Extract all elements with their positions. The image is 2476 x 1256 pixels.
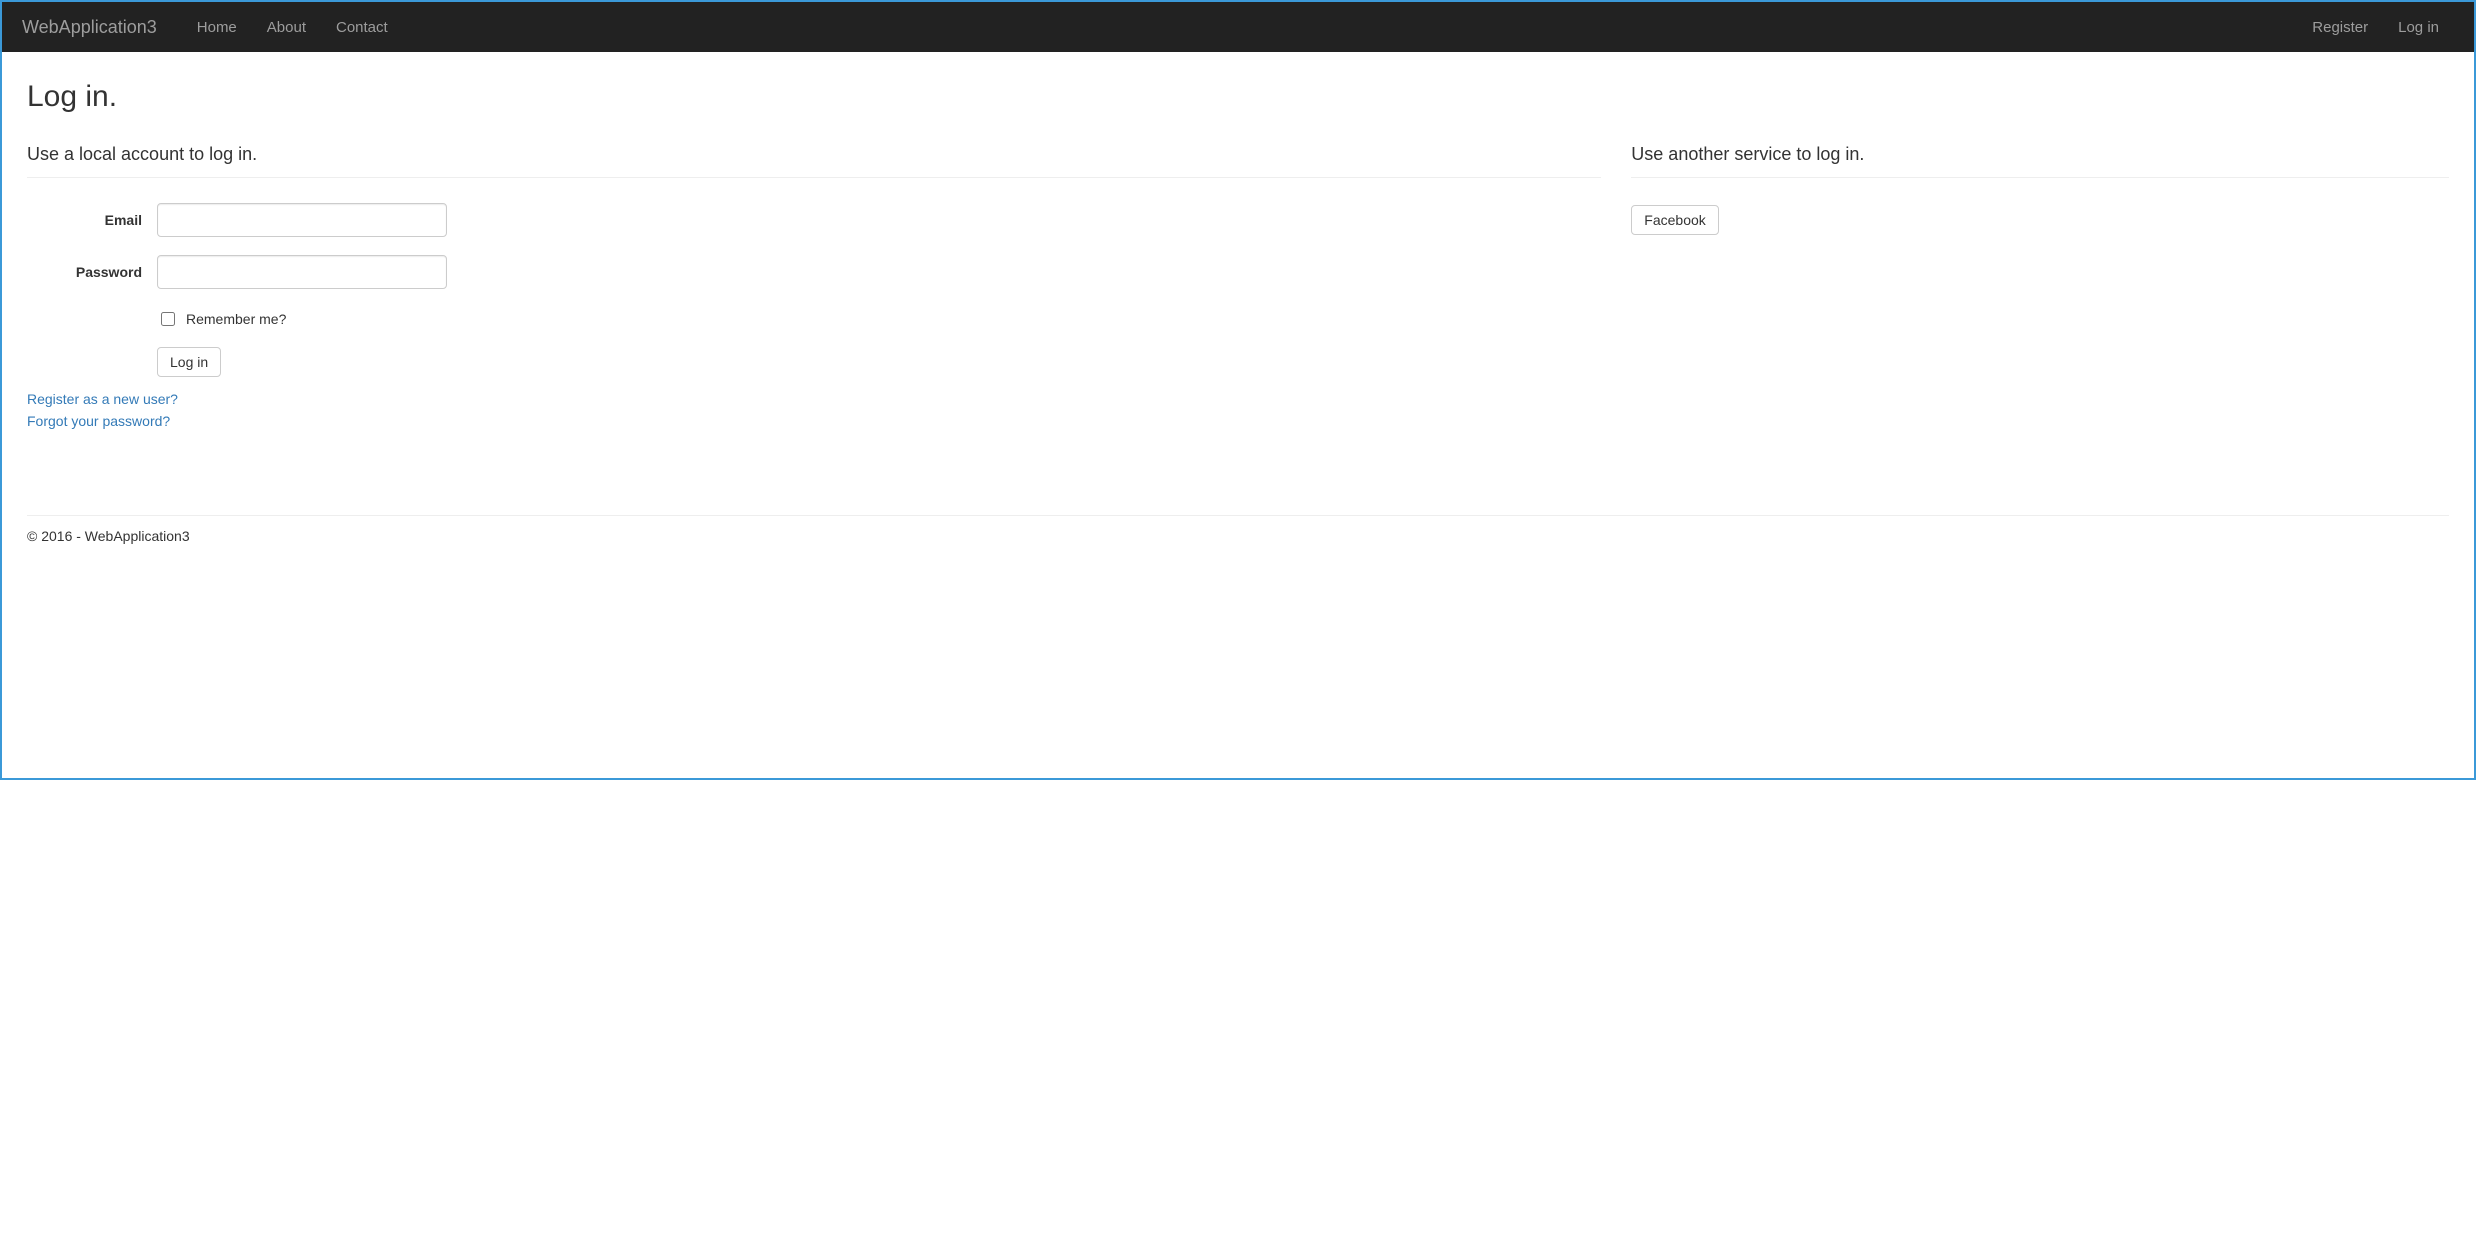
register-new-user-link[interactable]: Register as a new user?	[27, 391, 178, 407]
footer: © 2016 - WebApplication3	[2, 516, 2474, 559]
external-login-section: Use another service to log in. Facebook	[1631, 134, 2449, 435]
divider	[1631, 177, 2449, 178]
nav-link-login[interactable]: Log in	[2383, 4, 2454, 51]
facebook-login-button[interactable]: Facebook	[1631, 205, 1718, 235]
nav-right: Register Log in	[2297, 4, 2454, 51]
remember-me-checkbox[interactable]	[161, 312, 175, 326]
email-label: Email	[27, 212, 157, 228]
divider	[27, 177, 1601, 178]
forgot-password-link[interactable]: Forgot your password?	[27, 413, 170, 429]
nav-link-home[interactable]: Home	[182, 4, 252, 51]
local-section-heading: Use a local account to log in.	[27, 144, 1601, 165]
password-field[interactable]	[157, 255, 447, 289]
nav-left: Home About Contact	[182, 4, 403, 51]
email-field[interactable]	[157, 203, 447, 237]
remember-me-label[interactable]: Remember me?	[186, 311, 286, 327]
password-label: Password	[27, 264, 157, 280]
content-row: Use a local account to log in. Email Pas…	[27, 134, 2449, 435]
nav-link-contact[interactable]: Contact	[321, 4, 403, 51]
login-links: Register as a new user? Forgot your pass…	[27, 391, 1601, 429]
local-login-section: Use a local account to log in. Email Pas…	[27, 134, 1601, 435]
footer-text: © 2016 - WebApplication3	[27, 528, 190, 544]
login-button[interactable]: Log in	[157, 347, 221, 377]
remember-me-row: Remember me?	[157, 309, 1601, 329]
login-form: Email Password Remember me? Log in	[27, 203, 1601, 377]
nav-link-register[interactable]: Register	[2297, 4, 2383, 51]
submit-row: Log in	[157, 347, 1601, 377]
password-group: Password	[27, 255, 1601, 289]
navbar: WebApplication3 Home About Contact Regis…	[2, 2, 2474, 52]
navbar-brand[interactable]: WebApplication3	[22, 17, 157, 38]
main-container: Log in. Use a local account to log in. E…	[2, 52, 2474, 495]
nav-link-about[interactable]: About	[252, 4, 321, 51]
page-title: Log in.	[27, 80, 2449, 114]
email-group: Email	[27, 203, 1601, 237]
external-section-heading: Use another service to log in.	[1631, 144, 2449, 165]
